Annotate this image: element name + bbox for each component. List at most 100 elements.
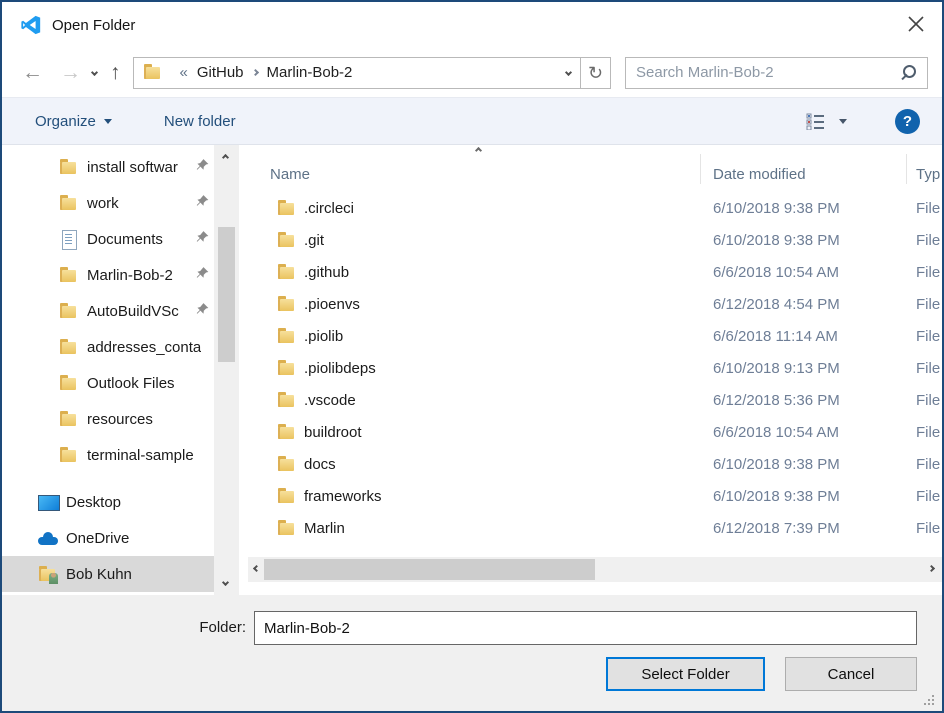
address-group: « GitHub Marlin-Bob-2 ↻ bbox=[133, 57, 612, 89]
sidebar-item-icon bbox=[38, 529, 58, 548]
close-icon bbox=[908, 16, 924, 32]
column-header-type[interactable]: Typ bbox=[916, 166, 942, 183]
sidebar-item-label: install softwar bbox=[87, 159, 178, 176]
file-date-modified: 6/12/2018 5:36 PM bbox=[713, 392, 916, 409]
sidebar-item[interactable]: Documents bbox=[2, 221, 214, 257]
folder-label: Folder: bbox=[174, 611, 246, 645]
file-type: File bbox=[916, 520, 942, 537]
scroll-up-icon[interactable] bbox=[222, 154, 229, 161]
organize-label: Organize bbox=[35, 113, 96, 130]
sidebar-item[interactable]: Bob Kuhn bbox=[2, 556, 214, 592]
file-row[interactable]: .piolib 6/6/2018 11:14 AM File bbox=[248, 320, 942, 352]
sidebar-item-icon bbox=[59, 158, 79, 177]
breadcrumb-github[interactable]: GitHub bbox=[197, 64, 244, 81]
sidebar-item[interactable]: terminal-sample bbox=[2, 437, 214, 473]
file-name: frameworks bbox=[304, 488, 713, 505]
sidebar-item[interactable]: OneDrive bbox=[2, 520, 214, 556]
sidebar-item-label: work bbox=[87, 195, 119, 212]
sidebar-item[interactable]: install softwar bbox=[2, 149, 214, 185]
horizontal-scrollbar-thumb[interactable] bbox=[264, 559, 595, 580]
folder-icon bbox=[277, 231, 297, 250]
sort-ascending-icon bbox=[475, 147, 482, 154]
resize-grip[interactable] bbox=[932, 703, 934, 705]
help-button[interactable]: ? bbox=[895, 109, 920, 134]
file-row[interactable]: .circleci 6/10/2018 9:38 PM File bbox=[248, 192, 942, 224]
up-icon[interactable]: ↑ bbox=[110, 62, 121, 83]
file-type: File bbox=[916, 200, 942, 217]
sidebar-item[interactable]: Desktop bbox=[2, 484, 214, 520]
sidebar-item[interactable]: Outlook Files bbox=[2, 365, 214, 401]
view-dropdown-icon[interactable] bbox=[839, 119, 847, 124]
sidebar-item-label: OneDrive bbox=[66, 530, 129, 547]
refresh-button[interactable]: ↻ bbox=[580, 57, 611, 89]
sidebar-item-icon bbox=[59, 266, 79, 285]
address-dropdown-icon[interactable] bbox=[565, 69, 572, 76]
folder-icon bbox=[277, 519, 297, 538]
file-type: File bbox=[916, 456, 942, 473]
breadcrumb-marlin-bob-2[interactable]: Marlin-Bob-2 bbox=[267, 64, 353, 81]
file-name: .vscode bbox=[304, 392, 713, 409]
vscode-icon bbox=[20, 14, 42, 36]
address-folder-icon bbox=[143, 63, 163, 82]
pin-icon bbox=[196, 195, 209, 212]
scroll-left-icon[interactable] bbox=[253, 565, 260, 572]
back-icon[interactable]: ← bbox=[22, 62, 43, 83]
sidebar-scrollbar[interactable] bbox=[214, 145, 239, 595]
file-rows: .circleci 6/10/2018 9:38 PM File .git 6/… bbox=[248, 192, 942, 544]
file-name: .piolibdeps bbox=[304, 360, 713, 377]
search-icon[interactable] bbox=[900, 64, 917, 81]
dialog-content: install softwar work bbox=[2, 145, 942, 595]
file-row[interactable]: Marlin 6/12/2018 7:39 PM File bbox=[248, 512, 942, 544]
cancel-button[interactable]: Cancel bbox=[785, 657, 917, 691]
file-date-modified: 6/6/2018 10:54 AM bbox=[713, 264, 916, 281]
file-row[interactable]: .piolibdeps 6/10/2018 9:13 PM File bbox=[248, 352, 942, 384]
file-row[interactable]: .pioenvs 6/12/2018 4:54 PM File bbox=[248, 288, 942, 320]
file-type: File bbox=[916, 360, 942, 377]
sidebar-item-icon bbox=[59, 338, 79, 357]
address-bar[interactable]: « GitHub Marlin-Bob-2 bbox=[133, 57, 582, 89]
folder-name-input[interactable] bbox=[254, 611, 917, 645]
sidebar-item-icon bbox=[59, 302, 79, 321]
file-row[interactable]: .git 6/10/2018 9:38 PM File bbox=[248, 224, 942, 256]
sidebar-item-label: Marlin-Bob-2 bbox=[87, 267, 173, 284]
file-type: File bbox=[916, 392, 942, 409]
change-view-icon[interactable] bbox=[806, 113, 826, 130]
column-header-name[interactable]: Name bbox=[270, 166, 713, 183]
organize-menu-button[interactable]: Organize bbox=[35, 113, 112, 130]
file-type: File bbox=[916, 328, 942, 345]
window-title: Open Folder bbox=[52, 17, 135, 34]
sidebar-item[interactable]: work bbox=[2, 185, 214, 221]
file-row[interactable]: .github 6/6/2018 10:54 AM File bbox=[248, 256, 942, 288]
column-divider[interactable] bbox=[700, 154, 701, 184]
file-row[interactable]: docs 6/10/2018 9:38 PM File bbox=[248, 448, 942, 480]
scroll-right-icon[interactable] bbox=[928, 565, 935, 572]
select-folder-button[interactable]: Select Folder bbox=[606, 657, 765, 691]
recent-locations-chevron-icon[interactable] bbox=[91, 69, 98, 76]
file-date-modified: 6/10/2018 9:38 PM bbox=[713, 232, 916, 249]
scroll-down-icon[interactable] bbox=[222, 579, 229, 586]
sidebar-item[interactable]: Marlin-Bob-2 bbox=[2, 257, 214, 293]
horizontal-scrollbar[interactable] bbox=[248, 557, 942, 582]
close-button[interactable] bbox=[896, 6, 936, 42]
sidebar-item-icon bbox=[38, 493, 58, 512]
folder-icon bbox=[277, 455, 297, 474]
column-divider[interactable] bbox=[906, 154, 907, 184]
sidebar-scrollbar-thumb[interactable] bbox=[218, 227, 235, 362]
file-row[interactable]: .vscode 6/12/2018 5:36 PM File bbox=[248, 384, 942, 416]
sidebar-item[interactable]: addresses_conta bbox=[2, 329, 214, 365]
pin-icon bbox=[196, 303, 209, 320]
file-date-modified: 6/10/2018 9:38 PM bbox=[713, 200, 916, 217]
file-date-modified: 6/12/2018 4:54 PM bbox=[713, 296, 916, 313]
forward-icon[interactable]: → bbox=[60, 62, 81, 83]
new-folder-button[interactable]: New folder bbox=[164, 113, 236, 130]
column-header-date-modified[interactable]: Date modified bbox=[713, 166, 916, 183]
file-name: .pioenvs bbox=[304, 296, 713, 313]
breadcrumb-overflow[interactable]: « bbox=[180, 64, 188, 81]
file-name: .git bbox=[304, 232, 713, 249]
sidebar-item[interactable]: AutoBuildVSc bbox=[2, 293, 214, 329]
file-row[interactable]: buildroot 6/6/2018 10:54 AM File bbox=[248, 416, 942, 448]
search-box[interactable]: Search Marlin-Bob-2 bbox=[625, 57, 928, 89]
file-row[interactable]: frameworks 6/10/2018 9:38 PM File bbox=[248, 480, 942, 512]
sidebar-item[interactable]: resources bbox=[2, 401, 214, 437]
sidebar-item-icon bbox=[59, 230, 79, 249]
